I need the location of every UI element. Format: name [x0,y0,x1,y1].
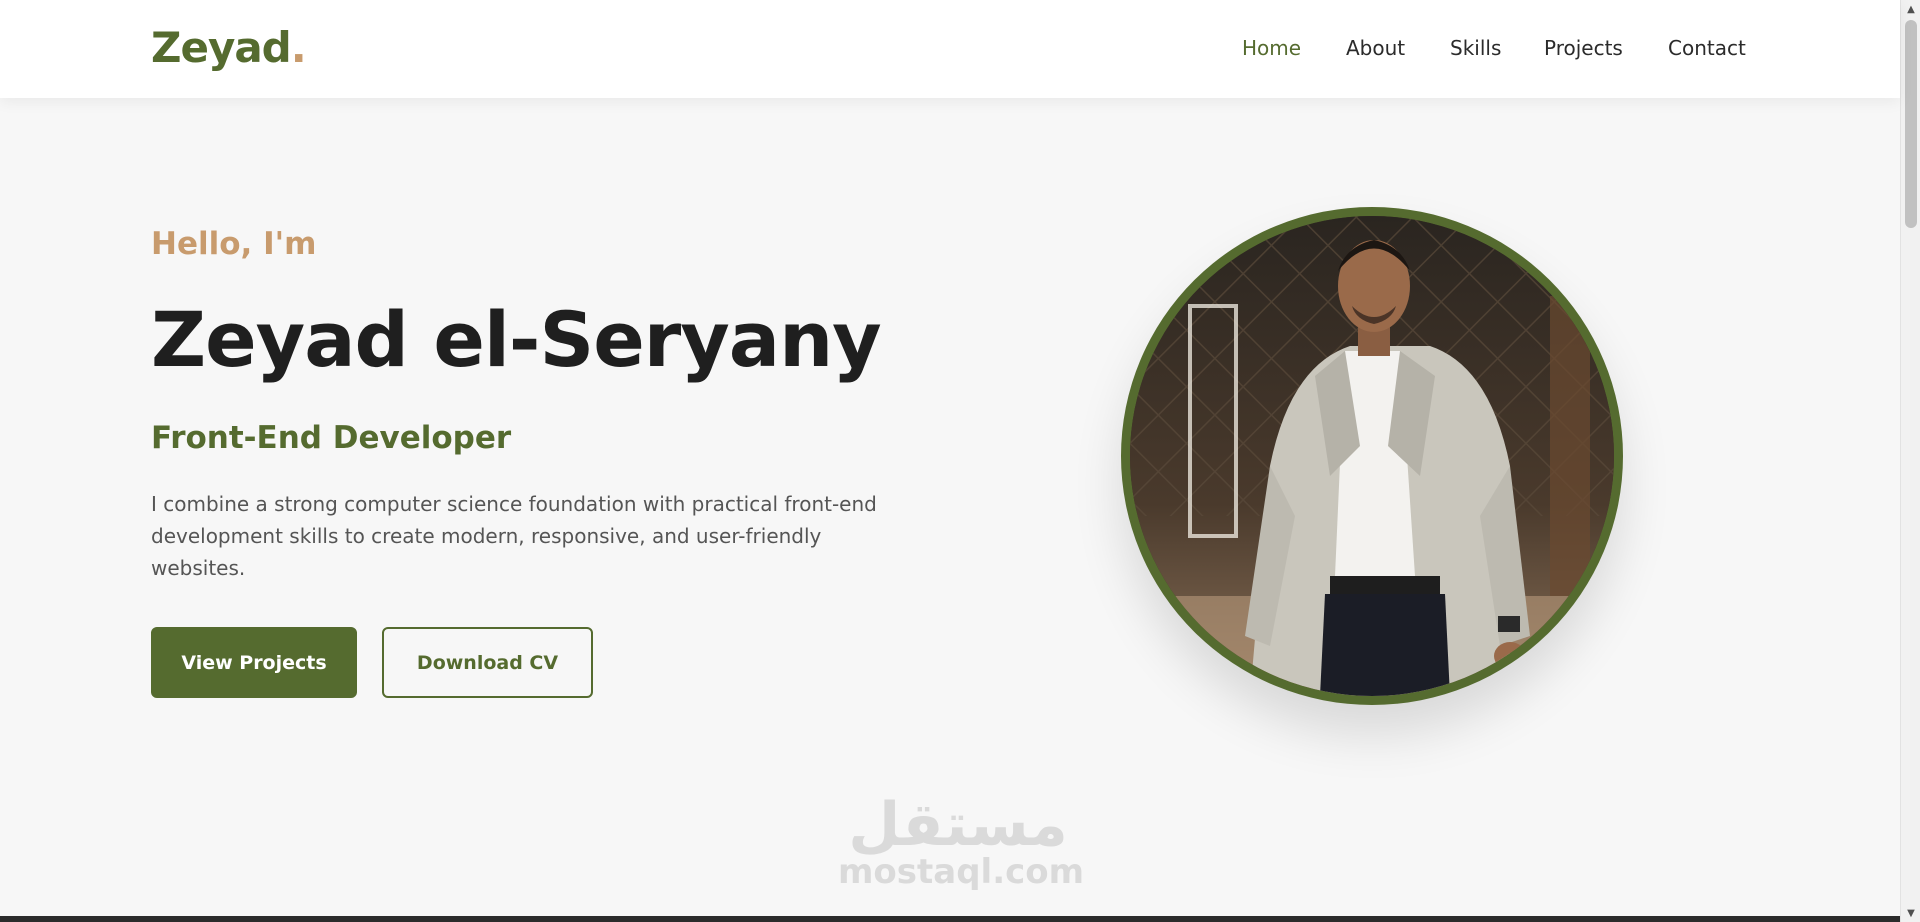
hero-description: I combine a strong computer science foun… [151,492,877,580]
hero-role: Front-End Developer [151,420,512,456]
site-header: Zeyad. Home About Skills Projects Contac… [0,0,1900,98]
profile-photo-illustration [1130,216,1614,696]
page-viewport: Zeyad. Home About Skills Projects Contac… [0,0,1920,922]
main-nav: Home About Skills Projects Contact [0,36,1900,62]
arrow-up-icon[interactable]: ▲ [1901,0,1920,18]
nav-item-home[interactable]: Home [1242,36,1301,60]
nav-item-skills[interactable]: Skills [1450,36,1501,60]
hero-greeting: Hello, I'm [151,226,317,262]
view-projects-button[interactable]: View Projects [151,627,357,698]
nav-item-projects[interactable]: Projects [1544,36,1623,60]
profile-photo [1121,207,1623,705]
vertical-scrollbar[interactable]: ▲ ▼ [1900,0,1920,922]
nav-item-contact[interactable]: Contact [1668,36,1746,60]
watermark-logo: مستقل mostaql.com [838,790,1085,906]
page-bottom-edge [0,916,1900,922]
download-cv-button[interactable]: Download CV [382,627,593,698]
watermark-latin: mostaql.com [838,852,1085,892]
scrollbar-thumb[interactable] [1905,20,1917,228]
hero-name: Zeyad el-Seryany [151,295,882,384]
watermark-arabic: مستقل [848,790,1068,860]
arrow-down-icon[interactable]: ▼ [1901,904,1920,922]
nav-item-about[interactable]: About [1346,36,1405,60]
